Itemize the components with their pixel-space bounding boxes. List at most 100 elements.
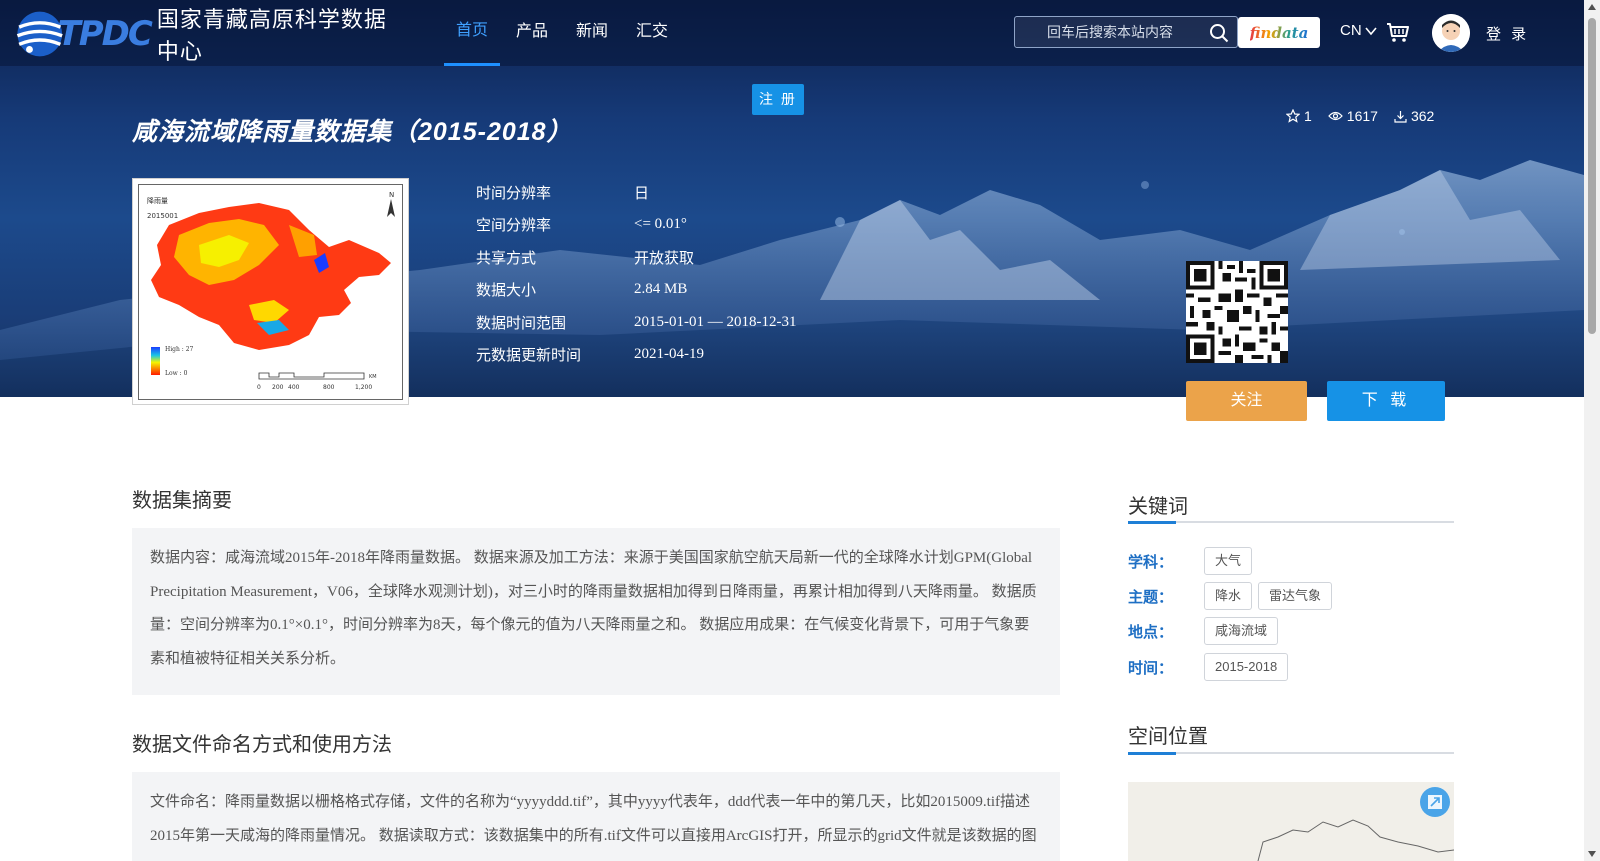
keyword-label: 学科：: [1128, 553, 1174, 571]
keyword-row-theme: 主题： 降水 雷达气象: [1128, 582, 1338, 610]
legend-high: High : 27: [165, 346, 194, 353]
site-logo[interactable]: TPDC 国家青藏高原科学数据中心: [14, 4, 394, 64]
meta-value: 2.84 MB: [634, 281, 688, 298]
eye-icon: [1327, 111, 1343, 121]
nav-item-home[interactable]: 首页: [444, 0, 501, 66]
keyword-row-discipline: 学科： 大气: [1128, 547, 1258, 575]
keywords-heading: 关键词: [1128, 496, 1188, 518]
cart-icon[interactable]: [1386, 21, 1410, 43]
view-count-value: 1617: [1346, 108, 1378, 124]
meta-value: <= 0.01°: [634, 216, 687, 233]
keyword-tag[interactable]: 降水: [1204, 582, 1253, 610]
main-nav: 首页 产品 新闻 汇交: [444, 0, 684, 66]
scale-label-4: 1,200: [355, 384, 372, 391]
scale-unit: KM: [369, 374, 377, 380]
search-input[interactable]: [1015, 17, 1195, 47]
north-arrow-icon: [387, 199, 395, 217]
logo-letters: TPDC: [57, 14, 153, 54]
meta-value: 2021-04-19: [634, 346, 704, 363]
naming-heading: 数据文件命名方式和使用方法: [132, 734, 392, 756]
abstract-heading: 数据集摘要: [132, 490, 232, 512]
dataset-title: 咸海流域降雨量数据集（2015-2018）: [132, 118, 573, 146]
meta-key: 时间分辨率: [476, 184, 552, 202]
site-search: [1014, 16, 1238, 48]
meta-key: 数据时间范围: [476, 314, 567, 332]
dataset-thumbnail[interactable]: 降雨量 2015001 N High : 27 Low : 0 0 200 40…: [132, 178, 409, 405]
keyword-tag[interactable]: 大气: [1204, 547, 1253, 575]
keywords-divider: [1128, 521, 1454, 524]
keyword-tag[interactable]: 雷达气象: [1258, 582, 1333, 610]
qr-code: [1186, 261, 1288, 363]
meta-row: 空间分辨率 <= 0.01°: [476, 209, 796, 242]
north-label: N: [389, 191, 394, 199]
keyword-label: 时间：: [1128, 659, 1174, 677]
legend-low: Low : 0: [165, 370, 188, 377]
meta-row: 元数据更新时间 2021-04-19: [476, 339, 796, 372]
meta-key: 数据大小: [476, 282, 537, 300]
expand-map-button[interactable]: [1420, 787, 1450, 817]
scale-label-3: 800: [323, 384, 335, 391]
scroll-down-arrow[interactable]: [1588, 851, 1596, 857]
download-icon: [1394, 110, 1407, 123]
nav-item-news[interactable]: 新闻: [564, 0, 620, 66]
keyword-row-time: 时间： 2015-2018: [1128, 653, 1294, 681]
chevron-down-icon: [1365, 26, 1377, 35]
findata-label: findata: [1249, 23, 1309, 42]
download-count-value: 362: [1410, 108, 1435, 124]
scale-label-1: 200: [272, 384, 284, 391]
map-outline: [1257, 819, 1454, 861]
star-count[interactable]: 1: [1286, 108, 1312, 124]
keyword-label: 地点：: [1128, 623, 1174, 641]
dataset-metadata: 时间分辨率 日 空间分辨率 <= 0.01° 共享方式 开放获取 数据大小 2.…: [476, 176, 796, 371]
legend-colorbar: [151, 347, 160, 375]
thumb-date: 2015001: [147, 212, 178, 220]
follow-button[interactable]: 关注: [1186, 381, 1307, 421]
scroll-up-arrow[interactable]: [1588, 4, 1596, 10]
abstract-box: 数据内容：咸海流域2015年-2018年降雨量数据。 数据来源及加工方法：来源于…: [132, 528, 1060, 695]
user-avatar[interactable]: [1432, 14, 1470, 52]
meta-row: 时间分辨率 日: [476, 176, 796, 209]
download-button[interactable]: 下 载: [1327, 381, 1445, 421]
meta-key: 空间分辨率: [476, 217, 552, 235]
login-link[interactable]: 登 录: [1486, 23, 1529, 44]
thumb-legend-title: 降雨量: [147, 196, 168, 205]
scale-bar: [258, 372, 365, 380]
meta-value: 2015-01-01 — 2018-12-31: [634, 313, 797, 330]
dataset-stats: 1 1617 362: [1286, 108, 1450, 124]
nav-item-submit[interactable]: 汇交: [624, 0, 680, 66]
star-icon: [1286, 109, 1300, 123]
meta-value: 日: [634, 185, 650, 202]
thumbnail-map: 降雨量 2015001 N High : 27 Low : 0 0 200 40…: [138, 184, 403, 400]
meta-key: 共享方式: [476, 249, 537, 267]
search-icon[interactable]: [1209, 23, 1229, 43]
meta-row: 数据时间范围 2015-01-01 — 2018-12-31: [476, 306, 796, 339]
scale-label-0: 0: [257, 384, 261, 391]
language-selector[interactable]: CN: [1340, 22, 1377, 39]
meta-row: 共享方式 开放获取: [476, 241, 796, 274]
location-map[interactable]: [1128, 782, 1454, 861]
page-scrollbar[interactable]: [1584, 0, 1600, 861]
avatar-icon: [1432, 14, 1470, 52]
register-button[interactable]: 注 册: [752, 84, 804, 115]
naming-box: 文件命名：降雨量数据以栅格格式存储，文件的名称为“yyyyddd.tif”，其中…: [132, 772, 1060, 861]
meta-key: 元数据更新时间: [476, 347, 582, 365]
meta-row: 数据大小 2.84 MB: [476, 274, 796, 307]
abstract-text: 数据内容：咸海流域2015年-2018年降雨量数据。 数据来源及加工方法：来源于…: [150, 550, 1037, 667]
nav-item-products[interactable]: 产品: [504, 0, 560, 66]
rainfall-map-image: 降雨量 2015001 N High : 27 Low : 0 0 200 40…: [147, 191, 395, 391]
keyword-row-location: 地点： 咸海流域: [1128, 617, 1284, 645]
download-count: 362: [1394, 108, 1434, 124]
findata-button[interactable]: findata: [1238, 17, 1320, 48]
scale-label-2: 400: [288, 384, 300, 391]
site-name: 国家青藏高原科学数据中心: [156, 7, 387, 64]
star-count-value: 1: [1304, 108, 1312, 124]
keyword-tag[interactable]: 2015-2018: [1204, 653, 1289, 681]
expand-icon: [1428, 795, 1442, 809]
meta-value: 开放获取: [634, 250, 695, 267]
language-label: CN: [1340, 22, 1362, 39]
scrollbar-thumb[interactable]: [1588, 18, 1596, 334]
keyword-label: 主题：: [1128, 588, 1174, 606]
location-heading: 空间位置: [1128, 726, 1208, 748]
keyword-tag[interactable]: 咸海流域: [1204, 617, 1279, 645]
location-divider: [1128, 752, 1454, 755]
